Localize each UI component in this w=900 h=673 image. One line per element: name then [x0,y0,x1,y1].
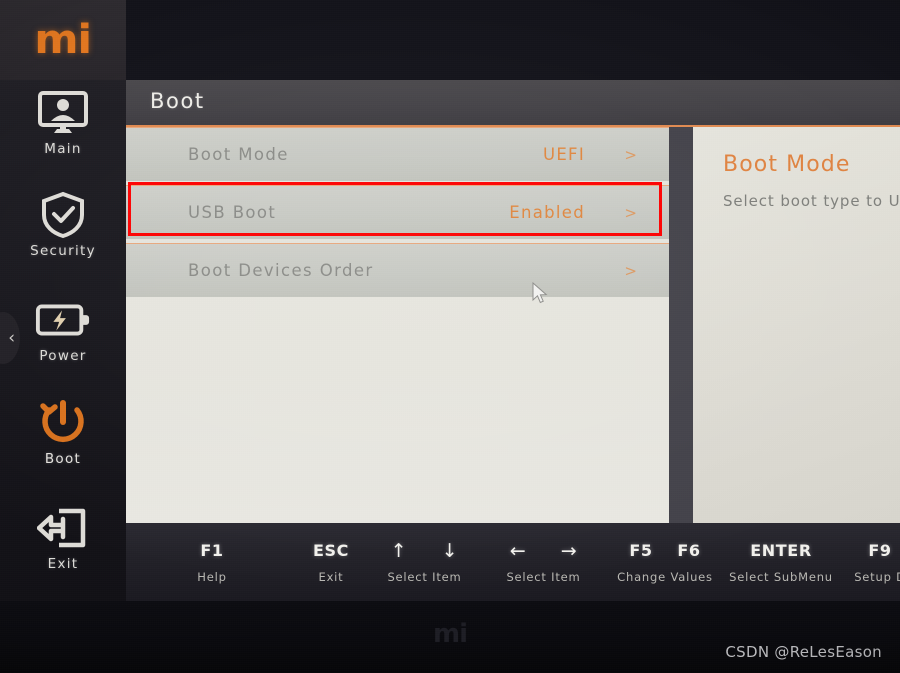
fnkey-desc: Change Values [617,570,713,584]
arrow-right-icon: → [560,540,578,562]
sidebar-item-label: Boot [44,451,82,467]
fnkey-desc: Select Item [387,570,462,584]
fnkey-desc: Exit [318,570,344,584]
monitor-user-icon [35,90,91,136]
sidebar-item-label: Exit [47,556,79,572]
page-title-bar: Boot [126,80,900,127]
fnkey-label: F5 [629,541,653,560]
fnkey-desc: Setup D [854,570,900,584]
fnkey-f5[interactable]: F5 [616,541,666,561]
setting-row-boot-devices-order[interactable]: Boot Devices Order > [126,243,669,297]
source-watermark: CSDN @ReLesEason [725,643,882,661]
setting-row-boot-mode[interactable]: Boot Mode UEFI > [126,127,669,181]
fnkey-desc: Select SubMenu [729,570,833,584]
fnkey-desc: Help [197,570,227,584]
mi-logo: mi [34,17,93,63]
arrow-cursor [531,281,549,310]
fnkey-esc[interactable]: ESC Exit [281,541,381,584]
arrow-down-icon: ↓ [441,540,459,562]
sidebar-item-label: Power [39,348,87,364]
fnkey-desc-select-item-horizontal: Select Item [493,570,594,584]
battery-bolt-icon [35,297,91,343]
sidebar-item-label: Main [44,141,82,157]
fnkey-label: F9 [868,541,892,560]
sidebar-item-security[interactable]: Security [0,191,126,259]
setting-value: Enabled [509,203,585,222]
fnkey-desc: Select Item [506,570,581,584]
setting-label: Boot Devices Order [188,261,374,280]
bios-screen: mi Main Security Power Boot Exit ‹ Boot … [0,0,900,673]
fnkey-up[interactable]: ↑ [374,541,424,561]
setting-value: UEFI [542,145,585,164]
sidebar: mi Main Security Power Boot Exit ‹ [0,0,126,601]
fnkey-desc-select-item-vertical: Select Item [374,570,475,584]
arrow-left-icon: ← [509,540,527,562]
chevron-right-icon: > [624,145,637,164]
fnkey-label: F6 [677,541,701,560]
help-panel-description: Select boot type to U [723,192,900,210]
fnkey-down[interactable]: ↓ [425,541,475,561]
shield-check-icon [35,191,91,239]
setting-row-usb-boot[interactable]: USB Boot Enabled > [126,185,669,239]
fnkey-label: F1 [200,541,224,560]
sidebar-item-exit[interactable]: Exit [0,505,126,572]
sidebar-item-label: Security [30,243,96,259]
fnkey-label: ENTER [750,541,812,560]
fnkey-right[interactable]: → [544,541,594,561]
brand-logo-area: mi [0,0,126,80]
chevron-right-icon: > [624,203,637,222]
sidebar-item-main[interactable]: Main [0,90,126,157]
arrow-up-icon: ↑ [390,540,408,562]
scrollbar-track[interactable] [669,127,693,523]
fnkey-label: ESC [313,541,349,560]
exit-arrow-icon [35,505,91,551]
fnkey-left[interactable]: ← [493,541,543,561]
function-key-bar: F1 Help ESC Exit ↑ ↓ Select Item ← → Sel… [126,523,900,601]
power-restart-icon [35,400,91,446]
sidebar-item-boot[interactable]: Boot [0,400,126,467]
fnkey-f6[interactable]: F6 [664,541,714,561]
help-panel-title: Boot Mode [723,152,851,177]
chevron-left-icon: ‹ [8,327,15,348]
fnkey-desc-change-values: Change Values [610,570,720,584]
settings-list: Boot Mode UEFI > USB Boot Enabled > Boot… [126,127,669,523]
setting-label: Boot Mode [188,145,289,164]
fnkey-f1[interactable]: F1 Help [162,541,262,584]
help-panel: Boot Mode Select boot type to U [693,122,900,523]
fnkey-f9[interactable]: F9 Setup D [840,541,900,584]
page-title: Boot [150,89,205,113]
chevron-right-icon: > [624,261,637,280]
setting-label: USB Boot [188,203,277,222]
fnkey-enter[interactable]: ENTER Select SubMenu [726,541,836,584]
laptop-bezel: mi CSDN @ReLesEason [0,601,900,673]
